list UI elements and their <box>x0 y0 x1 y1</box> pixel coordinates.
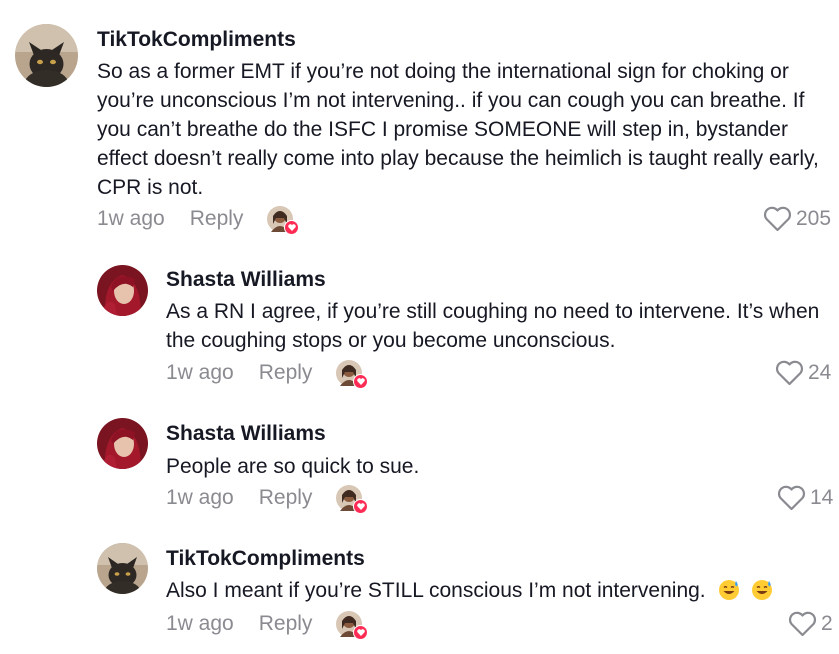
creator-heart-icon <box>353 374 369 389</box>
woman-avatar-icon <box>97 265 148 316</box>
like-count: 2 <box>821 612 833 635</box>
comment-text: People are so quick to sue. <box>166 455 420 478</box>
heart-outline-icon <box>777 485 806 511</box>
comment-text: So as a former EMT if you’re not doing t… <box>97 60 819 199</box>
cat-avatar-icon <box>15 24 78 87</box>
heart-outline-icon <box>788 611 817 637</box>
creator-heart-icon <box>353 625 369 640</box>
like-count: 14 <box>810 486 834 509</box>
comment-meta: 1w ago Reply <box>97 206 300 235</box>
comment-meta: 1w ago Reply <box>166 611 369 640</box>
comment-text: As a RN I agree, if you’re still coughin… <box>166 300 820 352</box>
avatar[interactable] <box>97 543 148 594</box>
reply-button[interactable]: Reply <box>259 612 313 636</box>
heart-outline-icon <box>775 360 804 386</box>
like-button[interactable]: 14 <box>777 485 833 511</box>
like-button[interactable]: 24 <box>775 360 831 386</box>
comment-timestamp: 1w ago <box>97 207 165 230</box>
avatar[interactable] <box>97 418 148 469</box>
avatar[interactable] <box>15 24 78 87</box>
creator-liked-badge <box>336 611 369 640</box>
reply-button[interactable]: Reply <box>259 486 313 510</box>
comment-timestamp: 1w ago <box>166 486 234 509</box>
like-count: 205 <box>796 207 832 230</box>
reply-button[interactable]: Reply <box>259 361 313 385</box>
woman-avatar-icon <box>97 418 148 469</box>
sweat-smile-emoji-icon <box>752 580 773 600</box>
like-button[interactable]: 205 <box>763 206 831 232</box>
cat-avatar-icon <box>97 543 148 594</box>
comment-timestamp: 1w ago <box>166 612 234 635</box>
comment-meta: 1w ago Reply <box>166 360 369 389</box>
sweat-smile-emoji-icon <box>718 580 739 600</box>
creator-liked-badge <box>336 485 369 514</box>
avatar[interactable] <box>97 265 148 316</box>
like-count: 24 <box>808 361 832 384</box>
comment-timestamp: 1w ago <box>166 361 234 384</box>
comment-meta: 1w ago Reply <box>166 485 369 514</box>
heart-outline-icon <box>763 206 792 232</box>
comment-author[interactable]: Shasta Williams <box>166 422 326 446</box>
comment-author[interactable]: TikTokCompliments <box>166 547 365 571</box>
creator-heart-icon <box>353 499 369 514</box>
comment-text: Also I meant if you’re STILL conscious I… <box>166 576 836 605</box>
creator-heart-icon <box>284 220 300 235</box>
creator-liked-badge <box>267 206 300 235</box>
like-button[interactable]: 2 <box>788 611 833 637</box>
comment-text-body: Also I meant if you’re STILL conscious I… <box>166 579 706 602</box>
creator-liked-badge <box>336 360 369 389</box>
comment-author[interactable]: Shasta Williams <box>166 268 326 292</box>
comment-author[interactable]: TikTokCompliments <box>97 28 296 52</box>
reply-button[interactable]: Reply <box>190 207 244 231</box>
